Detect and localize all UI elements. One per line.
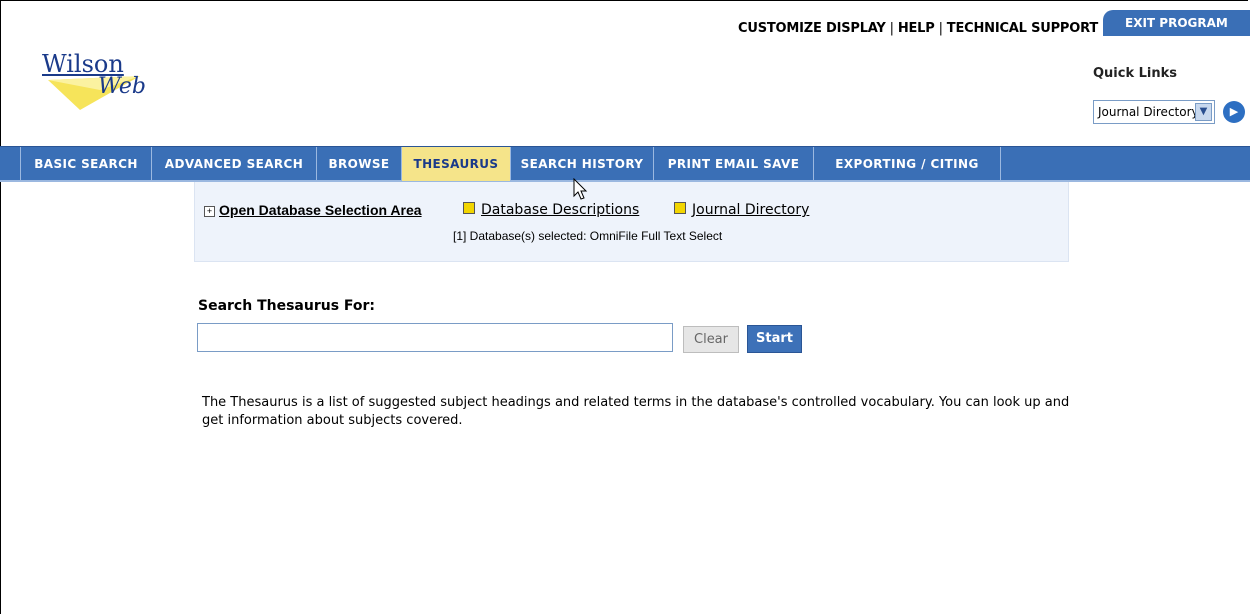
quick-links-label: Quick Links (1093, 66, 1178, 81)
chevron-down-icon[interactable]: ▼ (1195, 103, 1212, 121)
separator: | (889, 21, 894, 36)
tab-thesaurus[interactable]: THESAURUS (402, 147, 511, 181)
tab-browse[interactable]: BROWSE (317, 147, 402, 181)
quick-links-select[interactable]: Journal Directory ▼ (1093, 100, 1215, 124)
page-frame (0, 0, 1248, 614)
quick-links-selected-value: Journal Directory (1098, 105, 1199, 119)
expand-plus-icon[interactable]: + (204, 206, 215, 217)
main-nav: BASIC SEARCH ADVANCED SEARCH BROWSE THES… (0, 146, 1250, 182)
mouse-pointer-icon (573, 178, 588, 200)
tab-search-history[interactable]: SEARCH HISTORY (511, 147, 654, 181)
database-descriptions-label[interactable]: Database Descriptions (481, 202, 639, 218)
database-panel (194, 182, 1069, 262)
technical-support-link[interactable]: TECHNICAL SUPPORT (947, 21, 1098, 36)
database-descriptions-link[interactable]: Database Descriptions (463, 202, 639, 218)
logo-word-web: Web (98, 74, 146, 99)
tab-exporting-citing[interactable]: EXPORTING / CITING (814, 147, 1001, 181)
open-database-label[interactable]: Open Database Selection Area (219, 202, 422, 218)
databases-selected-text: [1] Database(s) selected: OmniFile Full … (453, 229, 723, 243)
exit-program-button[interactable]: EXIT PROGRAM (1103, 10, 1250, 36)
yellow-square-icon (674, 202, 686, 214)
start-button[interactable]: Start (747, 325, 802, 353)
thesaurus-description: The Thesaurus is a list of suggested sub… (202, 395, 1070, 428)
clear-button[interactable]: Clear (683, 326, 739, 353)
separator: | (938, 21, 943, 36)
tab-advanced-search[interactable]: ADVANCED SEARCH (152, 147, 317, 181)
go-arrow-icon[interactable]: ▶ (1223, 101, 1245, 123)
tab-basic-search[interactable]: BASIC SEARCH (21, 147, 152, 181)
top-links: CUSTOMIZE DISPLAY | HELP | TECHNICAL SUPPORT (738, 21, 1098, 36)
help-link[interactable]: HELP (898, 21, 935, 36)
journal-directory-link[interactable]: Journal Directory (674, 202, 809, 218)
journal-directory-label[interactable]: Journal Directory (692, 202, 809, 218)
search-thesaurus-label: Search Thesaurus For: (198, 298, 376, 314)
search-input[interactable] (197, 323, 673, 352)
tab-print-email-save[interactable]: PRINT EMAIL SAVE (654, 147, 814, 181)
wilsonweb-logo[interactable]: Wilson Web (40, 50, 180, 110)
open-database-selection[interactable]: + Open Database Selection Area (204, 202, 422, 218)
yellow-square-icon (463, 202, 475, 214)
customize-display-link[interactable]: CUSTOMIZE DISPLAY (738, 21, 886, 36)
